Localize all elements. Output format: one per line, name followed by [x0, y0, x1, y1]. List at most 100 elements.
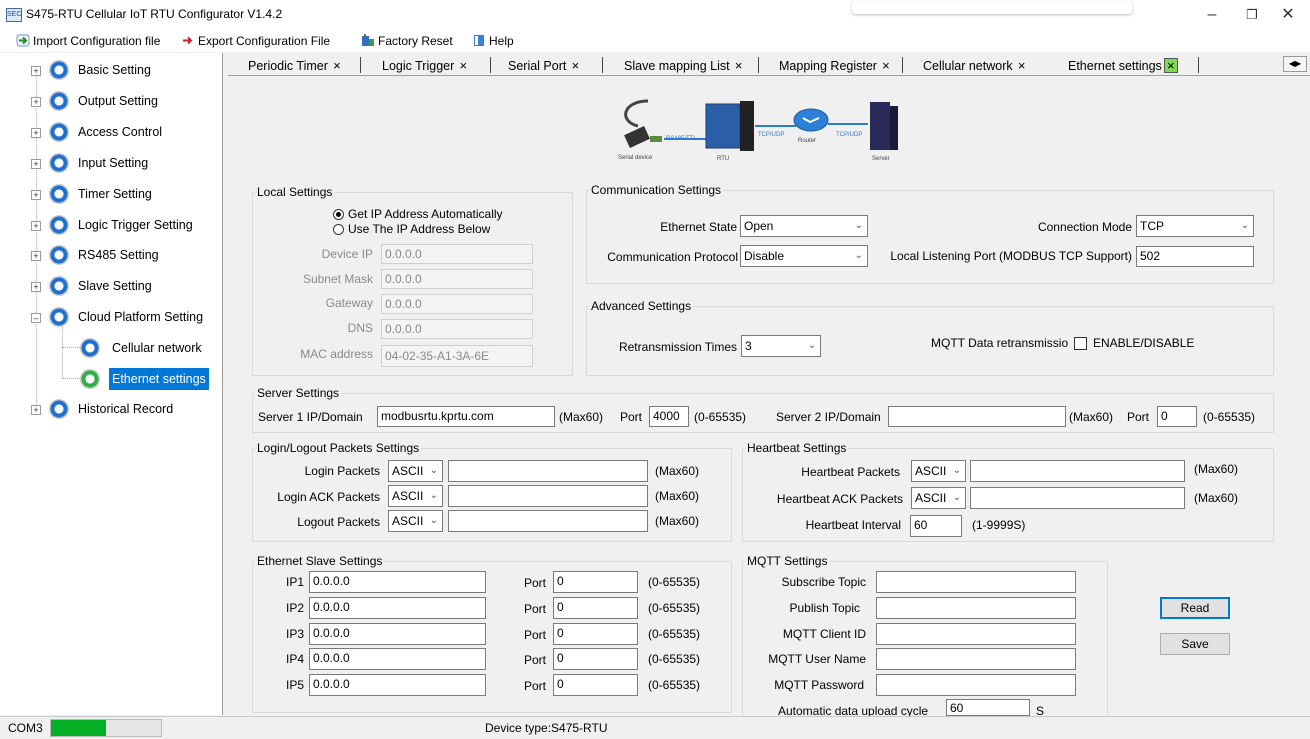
factory-reset-menu[interactable]: Factory Reset [361, 32, 453, 50]
expand-plus-icon[interactable]: + [31, 97, 41, 107]
tree-item-cloud-platform-setting[interactable]: – Cloud Platform Setting [0, 306, 222, 328]
server2-port-field[interactable]: 0 [1157, 406, 1197, 427]
chevron-down-icon: ⌄ [429, 465, 438, 476]
tree-item-historical-record[interactable]: + Historical Record [0, 398, 222, 420]
heartbeat-ack-packets-field[interactable] [970, 487, 1185, 509]
tab-ethernet-settings-active[interactable]: Ethernet settings × [1068, 57, 1178, 75]
mqtt-retransmission-label: MQTT Data retransmissio [931, 336, 1069, 350]
mac-address-field[interactable]: 04-02-35-A1-3A-6E [381, 345, 533, 367]
com-port-label: COM3 [8, 721, 43, 735]
tab-slave-mapping-list[interactable]: Slave mapping List × [624, 57, 746, 75]
server2-domain-field[interactable] [888, 406, 1066, 427]
heartbeat-packets-field[interactable] [970, 460, 1185, 482]
heartbeat-ack-format-select[interactable]: ASCII ⌄ [911, 487, 966, 509]
radio-auto-ip[interactable] [333, 209, 344, 220]
heartbeat-interval-field[interactable]: 60 [910, 515, 962, 537]
tree-item-access-control[interactable]: + Access Control [0, 121, 222, 143]
tree-item-cellular-network[interactable]: Cellular network [0, 337, 222, 359]
import-config-menu[interactable]: Import Configuration file [16, 32, 160, 50]
export-config-menu[interactable]: Export Configuration File [181, 32, 330, 50]
slave-port2-field[interactable]: 0 [553, 597, 638, 619]
tree-item-output-setting[interactable]: + Output Setting [0, 90, 222, 112]
mqtt-subscribe-topic-field[interactable] [876, 571, 1076, 593]
tab-mapping-register[interactable]: Mapping Register × [779, 57, 893, 75]
close-tab-icon[interactable]: × [330, 57, 344, 75]
close-tab-icon[interactable]: × [568, 57, 582, 75]
login-ack-packets-field[interactable] [448, 485, 648, 507]
mqtt-password-field[interactable] [876, 674, 1076, 696]
heartbeat-format-select[interactable]: ASCII ⌄ [911, 460, 966, 482]
mqtt-client-id-field[interactable] [876, 623, 1076, 645]
slave-ip3-field[interactable]: 0.0.0.0 [309, 623, 486, 645]
tree-item-input-setting[interactable]: + Input Setting [0, 152, 222, 174]
subnet-mask-field[interactable]: 0.0.0.0 [381, 269, 533, 289]
restore-button[interactable]: ❐ [1232, 4, 1272, 26]
communication-protocol-select[interactable]: Disable ⌄ [740, 245, 868, 267]
help-menu[interactable]: Help [472, 32, 514, 50]
close-tab-icon[interactable]: × [732, 57, 746, 75]
slave-port5-field[interactable]: 0 [553, 674, 638, 696]
login-packets-field[interactable] [448, 460, 648, 482]
connection-mode-select[interactable]: TCP ⌄ [1136, 215, 1254, 237]
collapse-minus-icon[interactable]: – [31, 313, 41, 323]
close-tab-icon[interactable]: × [879, 57, 893, 75]
login-packets-label: Login Packets [304, 464, 380, 478]
expand-plus-icon[interactable]: + [31, 159, 41, 169]
retransmission-times-select[interactable]: 3 ⌄ [741, 335, 821, 357]
tree-item-ethernet-settings[interactable]: Ethernet settings [0, 368, 222, 390]
minimize-button[interactable]: – [1192, 4, 1232, 26]
mqtt-retransmission-checkbox[interactable] [1074, 337, 1087, 350]
tab-logic-trigger[interactable]: Logic Trigger × [382, 57, 470, 75]
close-tab-icon[interactable]: × [1015, 57, 1029, 75]
expand-plus-icon[interactable]: + [31, 66, 41, 76]
mqtt-user-name-field[interactable] [876, 648, 1076, 670]
close-tab-icon[interactable]: × [1163, 58, 1178, 73]
local-listening-port-field[interactable]: 502 [1136, 246, 1254, 267]
logout-format-select[interactable]: ASCII ⌄ [388, 510, 443, 532]
server1-port-field[interactable]: 4000 [649, 406, 689, 427]
chevron-down-icon: ⌄ [854, 220, 863, 231]
factory-reset-label: Factory Reset [378, 34, 453, 48]
app-icon: SEC [6, 8, 22, 22]
login-packets-max-hint: (Max60) [655, 464, 700, 478]
select-value: Open [744, 219, 774, 233]
expand-plus-icon[interactable]: + [31, 221, 41, 231]
expand-plus-icon[interactable]: + [31, 190, 41, 200]
tab-bar: Periodic Timer × Logic Trigger × Serial Po… [228, 53, 1310, 76]
expand-plus-icon[interactable]: + [31, 128, 41, 138]
mqtt-publish-topic-field[interactable] [876, 597, 1076, 619]
tree-item-timer-setting[interactable]: + Timer Setting [0, 183, 222, 205]
tree-item-slave-setting[interactable]: + Slave Setting [0, 275, 222, 297]
login-ack-format-select[interactable]: ASCII ⌄ [388, 485, 443, 507]
server1-domain-field[interactable]: modbusrtu.kprtu.com [377, 406, 555, 427]
expand-plus-icon[interactable]: + [31, 405, 41, 415]
dns-field[interactable]: 0.0.0.0 [381, 319, 533, 339]
device-ip-field[interactable]: 0.0.0.0 [381, 244, 533, 264]
close-tab-icon[interactable]: × [456, 57, 470, 75]
gateway-field[interactable]: 0.0.0.0 [381, 294, 533, 314]
slave-port1-field[interactable]: 0 [553, 571, 638, 593]
slave-ip1-field[interactable]: 0.0.0.0 [309, 571, 486, 593]
ethernet-state-select[interactable]: Open ⌄ [740, 215, 868, 237]
expand-plus-icon[interactable]: + [31, 251, 41, 261]
tab-serial-port[interactable]: Serial Port × [508, 57, 582, 75]
tab-cellular-network[interactable]: Cellular network × [923, 57, 1029, 75]
radio-manual-ip[interactable] [333, 224, 344, 235]
expand-plus-icon[interactable]: + [31, 282, 41, 292]
tab-periodic-timer[interactable]: Periodic Timer × [248, 57, 344, 75]
slave-port4-field[interactable]: 0 [553, 648, 638, 670]
close-window-button[interactable]: ✕ [1268, 4, 1308, 26]
slave-port3-field[interactable]: 0 [553, 623, 638, 645]
tree-item-rs485-setting[interactable]: + RS485 Setting [0, 244, 222, 266]
save-button[interactable]: Save [1160, 633, 1230, 655]
tree-item-basic-setting[interactable]: + Basic Setting [0, 59, 222, 81]
tree-item-logic-trigger-setting[interactable]: + Logic Trigger Setting [0, 214, 222, 236]
slave-ip2-field[interactable]: 0.0.0.0 [309, 597, 486, 619]
upload-cycle-field[interactable]: 60 [946, 699, 1030, 716]
slave-ip5-field[interactable]: 0.0.0.0 [309, 674, 486, 696]
logout-packets-field[interactable] [448, 510, 648, 532]
slave-ip4-field[interactable]: 0.0.0.0 [309, 648, 486, 670]
read-button[interactable]: Read [1160, 597, 1230, 619]
login-packets-format-select[interactable]: ASCII ⌄ [388, 460, 443, 482]
tab-scroll-arrows-icon[interactable]: ◀▶ [1283, 56, 1307, 72]
